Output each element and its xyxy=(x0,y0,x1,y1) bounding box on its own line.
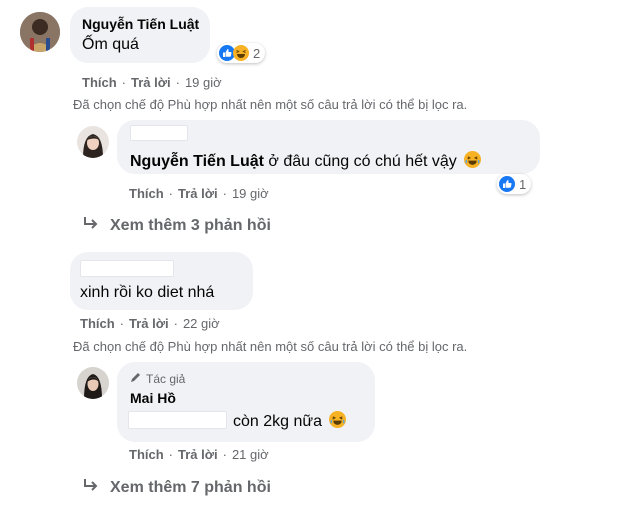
reply-arrow-icon xyxy=(82,477,100,498)
separator-dot: · xyxy=(121,75,127,90)
avatar-nguyen-tien-luat[interactable] xyxy=(20,12,60,52)
author-badge: Tác giả xyxy=(130,371,185,386)
like-link[interactable]: Thích xyxy=(80,316,115,331)
reaction-count-1: 2 xyxy=(253,45,261,61)
redacted-name-2 xyxy=(80,260,174,277)
separator-dot: · xyxy=(119,316,125,331)
separator-dot: · xyxy=(168,186,174,201)
haha-reaction-icon xyxy=(233,45,249,61)
separator-dot: · xyxy=(175,75,180,90)
laughing-emoji-icon xyxy=(464,151,482,168)
author-badge-label: Tác giả xyxy=(146,371,186,386)
view-more-replies-2[interactable]: Xem thêm 7 phản hồi xyxy=(82,477,271,498)
comment-author-1[interactable]: Nguyễn Tiến Luật xyxy=(82,16,199,32)
reply-link[interactable]: Trả lời xyxy=(178,186,218,201)
reply-actions-2: Thích · Trả lời · 21 giờ xyxy=(129,447,269,462)
view-more-replies-1[interactable]: Xem thêm 3 phản hồi xyxy=(82,215,271,236)
like-link[interactable]: Thích xyxy=(129,447,164,462)
avatar-reply-user-1[interactable] xyxy=(77,126,109,158)
reaction-summary-1[interactable]: 2 xyxy=(217,43,266,63)
reaction-summary-reply-1[interactable]: 1 xyxy=(497,174,532,194)
reaction-count-reply-1: 1 xyxy=(519,176,527,192)
avatar-mai-ho[interactable] xyxy=(77,367,109,399)
reply-actions-1: Thích · Trả lời · 19 giờ xyxy=(129,186,269,201)
like-reaction-icon xyxy=(499,176,515,192)
view-more-label[interactable]: Xem thêm 7 phản hồi xyxy=(110,479,271,497)
separator-dot: · xyxy=(168,447,174,462)
timestamp[interactable]: 22 giờ xyxy=(183,316,220,331)
reply-author-2[interactable]: Mai Hồ xyxy=(130,390,176,406)
timestamp[interactable]: 19 giờ xyxy=(232,186,269,201)
separator-dot: · xyxy=(222,447,227,462)
laughing-emoji-icon xyxy=(329,411,347,428)
mention-link[interactable]: Nguyễn Tiến Luật xyxy=(130,153,264,170)
reply-arrow-icon xyxy=(82,215,100,236)
comment-actions-1: Thích · Trả lời · 19 giờ xyxy=(82,75,222,90)
filter-note-1: Đã chọn chế độ Phù hợp nhất nên một số c… xyxy=(73,97,468,112)
reply-text-1: Nguyễn Tiến Luật ở đâu cũng có chú hết v… xyxy=(130,151,482,171)
pencil-icon xyxy=(130,371,142,386)
reply-body: còn 2kg nữa xyxy=(233,413,322,430)
timestamp[interactable]: 19 giờ xyxy=(185,75,222,90)
reply-body: ở đâu cũng có chú hết vậy xyxy=(263,153,457,170)
comment-text-1: Ốm quá xyxy=(82,36,139,53)
reply-link[interactable]: Trả lời xyxy=(178,447,218,462)
separator-dot: · xyxy=(222,186,227,201)
like-link[interactable]: Thích xyxy=(82,75,117,90)
like-link[interactable]: Thích xyxy=(129,186,164,201)
timestamp[interactable]: 21 giờ xyxy=(232,447,269,462)
filter-note-2: Đã chọn chế độ Phù hợp nhất nên một số c… xyxy=(73,339,468,354)
reply-link[interactable]: Trả lời xyxy=(131,75,171,90)
reply-text-2: còn 2kg nữa xyxy=(233,411,347,431)
reply-link[interactable]: Trả lời xyxy=(129,316,169,331)
view-more-label[interactable]: Xem thêm 3 phản hồi xyxy=(110,217,271,235)
comment-actions-2: Thích · Trả lời · 22 giờ xyxy=(80,316,220,331)
redacted-mention-2 xyxy=(128,411,227,429)
comment-text-2: xinh rồi ko diet nhá xyxy=(80,284,215,301)
redacted-name-1 xyxy=(130,125,188,141)
separator-dot: · xyxy=(173,316,178,331)
